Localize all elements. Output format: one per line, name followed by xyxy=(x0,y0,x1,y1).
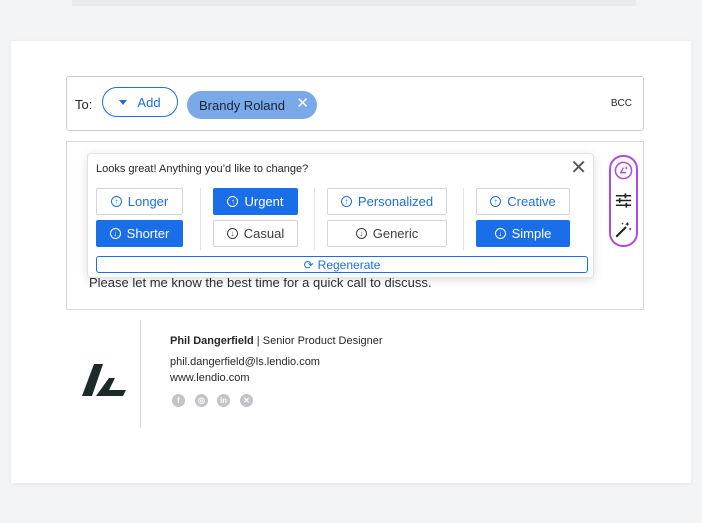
casual-option-button[interactable]: ↓ Casual xyxy=(213,220,298,247)
arrow-up-circle-icon: ↑ xyxy=(490,196,502,207)
longer-option-button[interactable]: ↑ Longer xyxy=(96,188,183,215)
close-icon[interactable]: ✕ xyxy=(570,157,587,179)
regenerate-button[interactable]: ⟳ Regenerate xyxy=(96,256,588,273)
creative-option-label: Creative xyxy=(507,194,556,209)
arrow-down-circle-icon: ↓ xyxy=(109,228,121,239)
creative-option-button[interactable]: ↑ Creative xyxy=(476,188,570,215)
generic-option-button[interactable]: ↓ Generic xyxy=(327,220,447,247)
casual-option-label: Casual xyxy=(243,226,285,241)
longer-option-label: Longer xyxy=(127,194,169,209)
option-divider xyxy=(463,188,464,250)
option-divider xyxy=(314,188,315,250)
lendio-logo xyxy=(82,364,126,396)
arrow-up-circle-icon: ↑ xyxy=(340,196,352,207)
add-button-label: Add xyxy=(137,94,161,110)
simple-option-button[interactable]: ↓ Simple xyxy=(476,220,570,247)
x-icon[interactable]: ✕ xyxy=(240,394,253,407)
to-field-row: To: Add Brandy Roland ✕ BCC xyxy=(66,76,644,131)
sliders-icon[interactable] xyxy=(614,191,633,210)
refresh-icon: ⟳ xyxy=(303,257,314,272)
magic-wand-icon[interactable] xyxy=(614,220,633,239)
signature-role: Senior Product Designer xyxy=(262,335,383,347)
arrow-up-circle-icon: ↑ xyxy=(110,196,122,207)
generic-option-label: Generic xyxy=(372,226,419,241)
caret-down-icon xyxy=(119,99,128,105)
arrow-down-circle-icon: ↓ xyxy=(355,228,367,239)
recipient-chip[interactable]: Brandy Roland ✕ xyxy=(187,91,317,119)
personalized-option-button[interactable]: ↑ Personalized xyxy=(327,188,447,215)
popup-title: Looks great! Anything you’d like to chan… xyxy=(96,163,309,175)
to-label: To: xyxy=(75,97,93,112)
signature-name: Phil Dangerfield xyxy=(170,335,254,347)
linkedin-icon[interactable]: in xyxy=(217,394,230,407)
ai-side-toolbar xyxy=(609,155,638,247)
urgent-option-label: Urgent xyxy=(244,194,284,209)
regenerate-label: Regenerate xyxy=(317,257,381,272)
shorter-option-button[interactable]: ↓ Shorter xyxy=(96,220,183,247)
option-divider xyxy=(200,188,201,250)
add-recipient-button[interactable]: Add xyxy=(102,87,178,117)
urgent-option-button[interactable]: ↑ Urgent xyxy=(213,188,298,215)
personalized-option-label: Personalized xyxy=(357,194,434,209)
arrow-down-circle-icon: ↓ xyxy=(226,228,238,239)
shorter-option-label: Shorter xyxy=(126,226,170,241)
facebook-icon[interactable]: f xyxy=(172,394,185,407)
signature-name-line: Phil Dangerfield | Senior Product Design… xyxy=(170,335,383,347)
simple-option-label: Simple xyxy=(511,226,552,241)
signature-separator: | xyxy=(253,335,263,347)
ai-compose-icon[interactable] xyxy=(614,161,633,180)
recipient-chip-label: Brandy Roland xyxy=(199,97,285,113)
truncated-disclaimer-strip xyxy=(72,0,636,6)
bcc-toggle[interactable]: BCC xyxy=(611,98,632,109)
remove-recipient-icon[interactable]: ✕ xyxy=(296,96,309,111)
signature-divider xyxy=(140,320,141,428)
instagram-icon[interactable]: ◎ xyxy=(195,394,208,407)
arrow-up-circle-icon: ↑ xyxy=(227,196,239,207)
arrow-down-circle-icon: ↓ xyxy=(494,228,506,239)
ai-rewrite-popup: Looks great! Anything you’d like to chan… xyxy=(87,153,594,278)
signature-website[interactable]: www.lendio.com xyxy=(170,372,249,384)
signature-email[interactable]: phil.dangerfield@ls.lendio.com xyxy=(170,356,320,368)
